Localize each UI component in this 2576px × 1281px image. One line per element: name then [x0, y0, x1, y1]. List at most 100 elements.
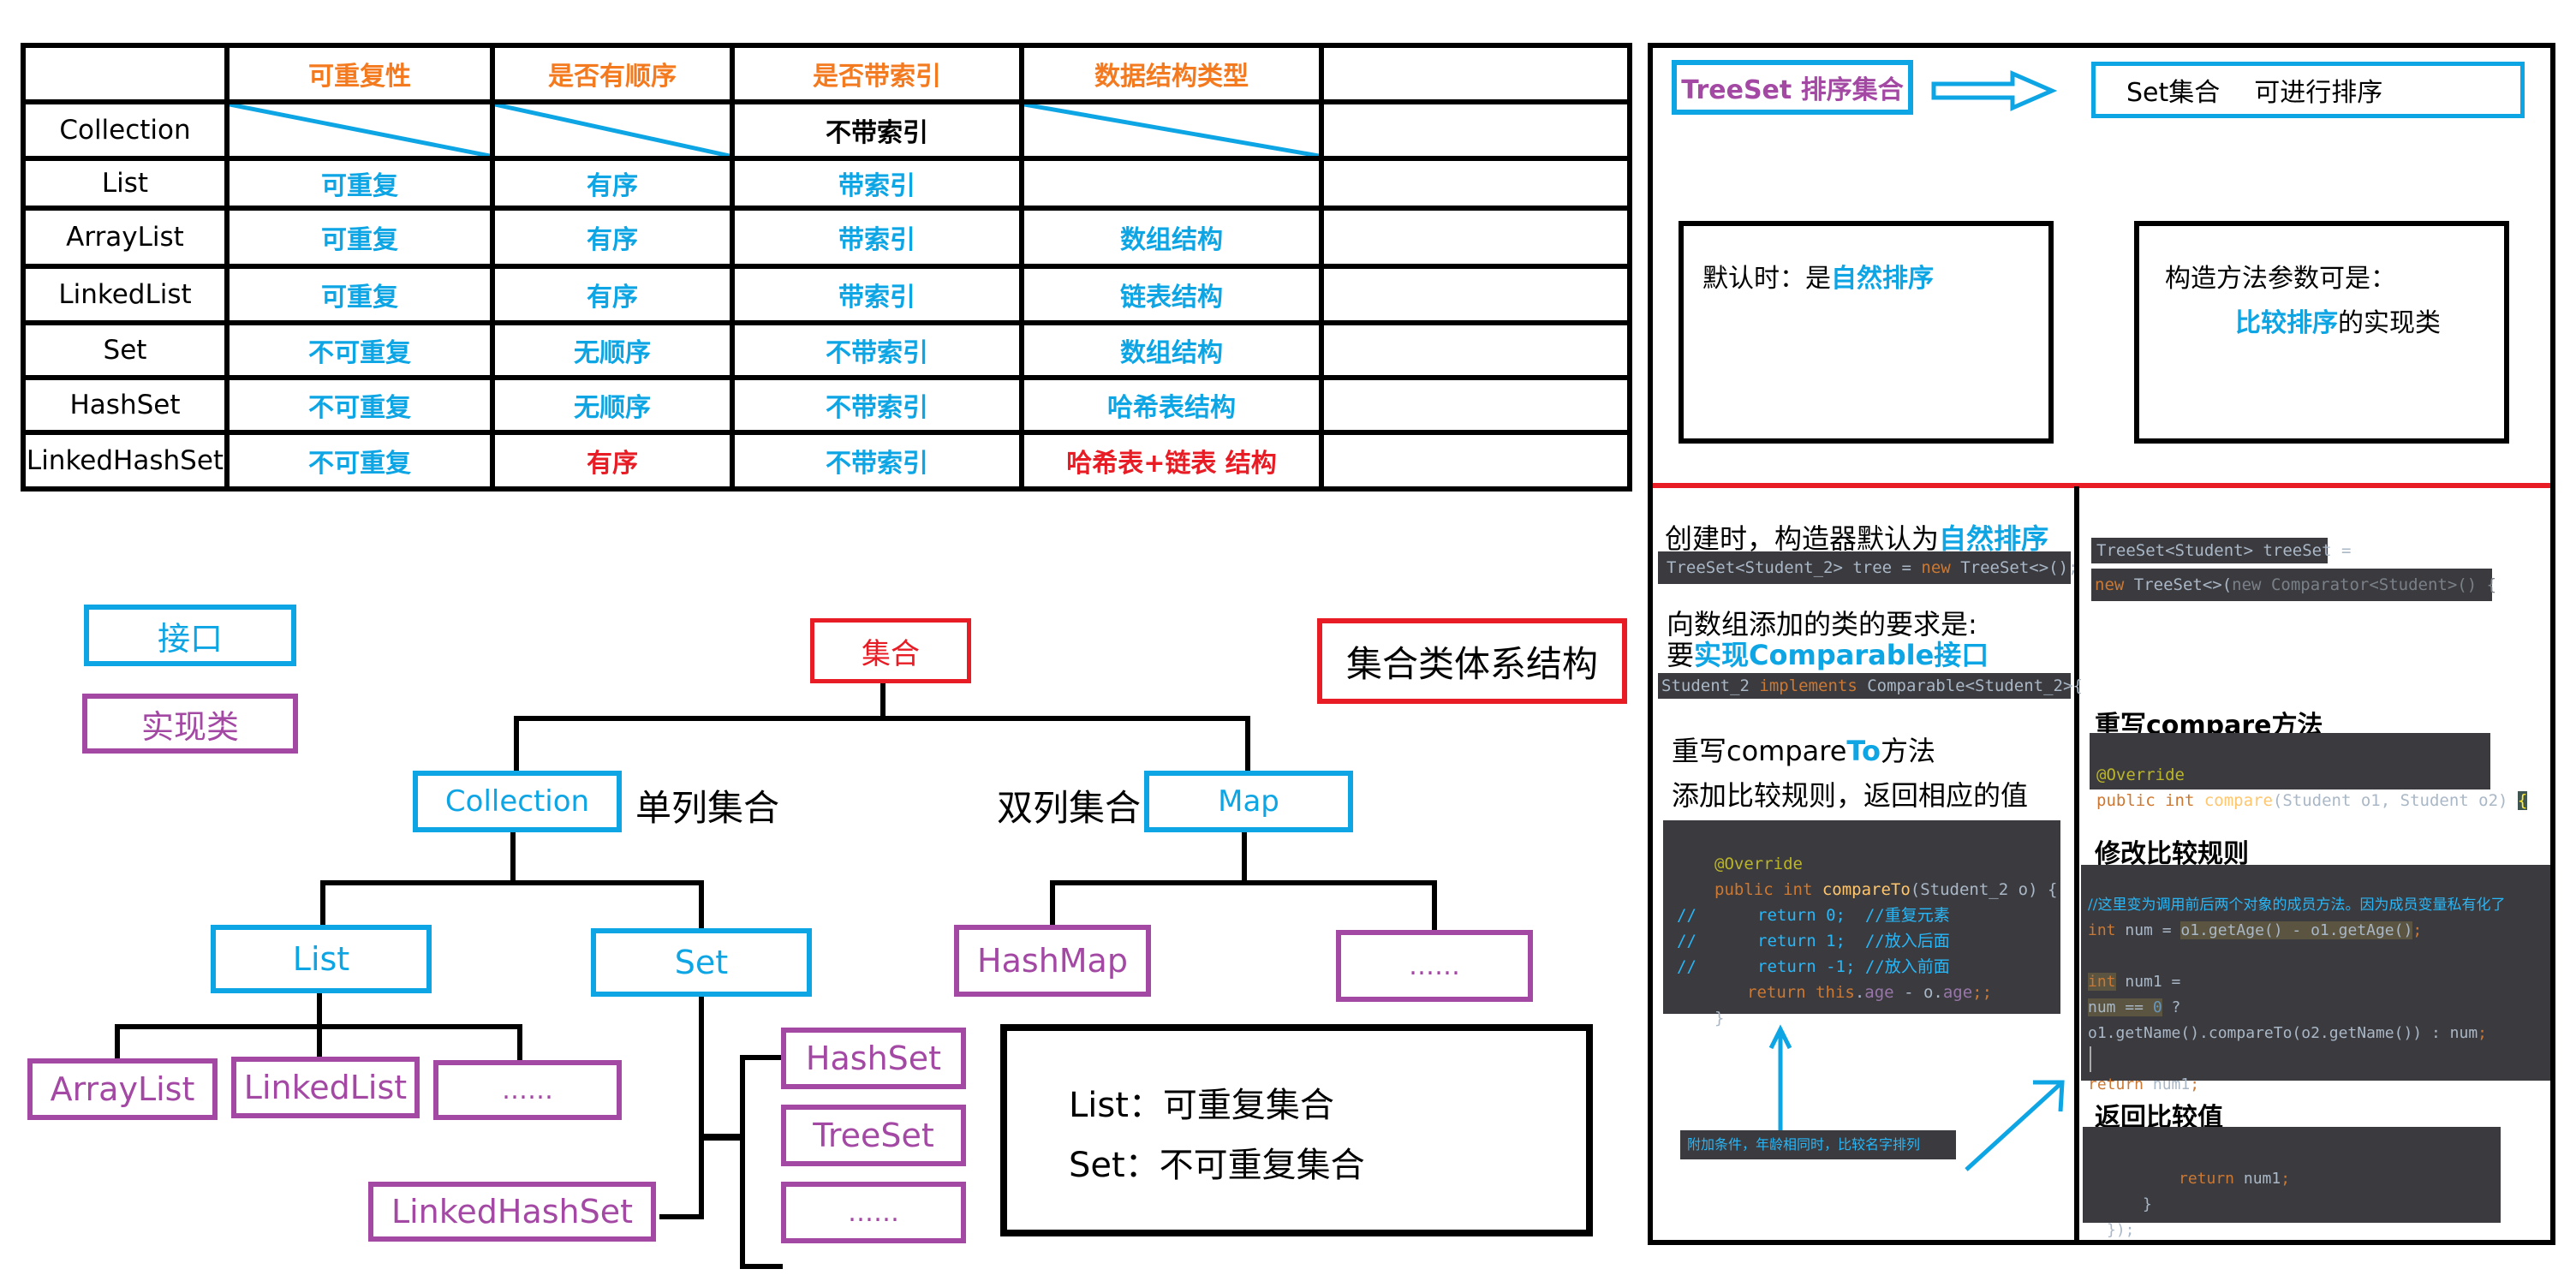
connector-line — [317, 993, 322, 1028]
red-divider — [1653, 483, 2550, 488]
connector-line — [115, 1024, 120, 1060]
code-signature: public int compare(Student o1, Student o… — [2096, 788, 2528, 813]
code-number: 0 — [2152, 998, 2162, 1016]
cell-struct: 数组结构 — [1019, 320, 1324, 380]
table-row: HashSet 不可重复 无顺序 不带索引 哈希表结构 — [21, 375, 1632, 435]
code-line: num == 0 ? — [2088, 995, 2550, 1021]
cell-struct: 哈希表+链表 结构 — [1019, 430, 1324, 492]
code-return-line: return this.age - o.age;; — [1663, 980, 2060, 1005]
code-close-brace: } — [2143, 1195, 2152, 1213]
connector-line — [699, 880, 704, 932]
connector-line — [740, 1055, 745, 1269]
code-keyword: public int — [1714, 880, 1822, 899]
cell-extra — [1319, 156, 1632, 211]
table-row: LinkedList 可重复 有序 带索引 链表结构 — [21, 264, 1632, 325]
cell-dup: 可重复 — [224, 264, 495, 325]
code-line: // return 1; //放入后面 — [1663, 928, 2060, 954]
row-name: Set — [21, 320, 230, 380]
header-index: 是否带索引 — [730, 43, 1024, 104]
comparison-table: 可重复性 是否有顺序 是否带索引 数据结构类型 Collection 不带索引 … — [21, 43, 1632, 492]
code-keyword: return — [2179, 1170, 2235, 1188]
override-suffix: 方法 — [1880, 735, 1935, 767]
cell-order-diagonal — [490, 99, 735, 161]
code-text: TreeSet<>(); — [1950, 558, 2078, 577]
code-return-block: return num1;}}); — [2083, 1127, 2501, 1239]
code-text: - o. — [1893, 983, 1943, 1002]
code-keyword: int — [2088, 921, 2116, 939]
row-name: Collection — [21, 99, 230, 161]
double-column-label: 双列集合 — [997, 787, 1142, 829]
table-row: LinkedHashSet 不可重复 有序 不带索引 哈希表+链表 结构 — [21, 430, 1632, 492]
diagram-title: 集合类体系结构 — [1317, 618, 1627, 704]
treeset-title-box: TreeSet 排序集合 — [1672, 60, 1913, 115]
default-sort-text: 默认时：是自然排序 — [1702, 257, 1934, 295]
cell-dup: 可重复 — [224, 156, 495, 211]
requirement-line2: 要实现Comparable接口 — [1667, 634, 1989, 673]
code-text: ;; — [1972, 983, 1993, 1002]
code-method: compare — [2203, 791, 2273, 810]
code-implements: Student_2 implements Comparable<Student_… — [1658, 673, 2083, 699]
connector-line — [659, 1214, 704, 1219]
code-keyword: this — [1816, 983, 1855, 1002]
code-compareto: @Override public int compareTo(Student_2 … — [1663, 820, 2060, 1028]
code-keyword: new — [2095, 575, 2125, 594]
cell-dup: 不可重复 — [224, 375, 495, 435]
single-column-label: 单列集合 — [635, 787, 780, 829]
table-header-row: 可重复性 是否有顺序 是否带索引 数据结构类型 — [21, 43, 1632, 104]
connector-line — [699, 1134, 743, 1141]
code-comment: //放入后面 — [1864, 932, 1950, 950]
code-line: // return -1; //放入前面 — [1663, 954, 2060, 980]
default-sort-prefix: 默认时：是 — [1702, 264, 1831, 294]
ctor-param-suffix: 的实现类 — [2338, 308, 2441, 338]
code-method: compareTo — [1822, 880, 1911, 899]
cell-struct: 数组结构 — [1019, 206, 1324, 269]
header-order: 是否有顺序 — [490, 43, 735, 104]
code-comment: //放入前面 — [1864, 957, 1950, 976]
code-text: ; — [2478, 1024, 2487, 1042]
table-row: Set 不可重复 无顺序 不带索引 数组结构 — [21, 320, 1632, 380]
code-keyword: return — [2088, 1075, 2144, 1093]
code-field: age — [1864, 983, 1894, 1002]
diagonal-arrow-icon — [1965, 1080, 2065, 1171]
code-line: int num = o1.getAge() - o1.getAge(); — [2088, 918, 2550, 944]
row-name: ArrayList — [21, 206, 230, 269]
rule-line: 添加比较规则，返回相应的值 — [1672, 779, 2029, 812]
code-keyword: public int — [2096, 791, 2204, 810]
code-text: num1 — [2144, 1075, 2191, 1093]
cell-order: 有序 — [490, 430, 735, 492]
code-comparator-new: new TreeSet<>(new Comparator<Student>() … — [2091, 569, 2496, 601]
cell-dup: 不可重复 — [224, 320, 495, 380]
cell-extra — [1319, 99, 1632, 161]
connector-line — [880, 683, 886, 719]
header-duplicate: 可重复性 — [224, 43, 495, 104]
cell-order: 无顺序 — [490, 320, 735, 380]
code-text: num1 — [2234, 1170, 2281, 1188]
code-gutter: // — [1677, 906, 1696, 925]
code-comment: //重复元素 — [1864, 906, 1950, 925]
cell-index: 不带索引 — [730, 430, 1024, 492]
connector-line — [1050, 880, 1055, 926]
override-prefix: 重写compare — [1672, 735, 1847, 767]
code-keyword: implements — [1759, 676, 1857, 695]
override-highlight: To — [1846, 735, 1881, 767]
connector-line — [320, 880, 325, 926]
code-text: num1 = — [2115, 973, 2181, 991]
column-divider — [2074, 486, 2079, 1240]
code-text: Comparator<Student>() { — [2261, 575, 2497, 594]
cell-index: 带索引 — [730, 156, 1024, 211]
set-node: Set — [591, 928, 812, 997]
code-compare-rule: //这里变为调用前后两个对象的成员方法。因为成员变量私有化了 int num = … — [2081, 865, 2550, 1093]
map-node: Map — [1144, 771, 1353, 832]
code-keyword: new — [2232, 575, 2262, 594]
cell-extra — [1319, 320, 1632, 380]
code-gutter: // — [1677, 957, 1696, 976]
code-text: (Student o1, Student o2) — [2272, 791, 2518, 810]
cell-order: 无顺序 — [490, 375, 735, 435]
root-collection-node: 集合 — [810, 618, 971, 683]
cell-index: 带索引 — [730, 264, 1024, 325]
cell-extra — [1319, 375, 1632, 435]
comparator-sort-highlight: 比较排序 — [2235, 308, 2338, 338]
connector-line — [514, 716, 519, 772]
connector-line — [510, 832, 516, 884]
code-keyword: return — [1747, 983, 1816, 1002]
